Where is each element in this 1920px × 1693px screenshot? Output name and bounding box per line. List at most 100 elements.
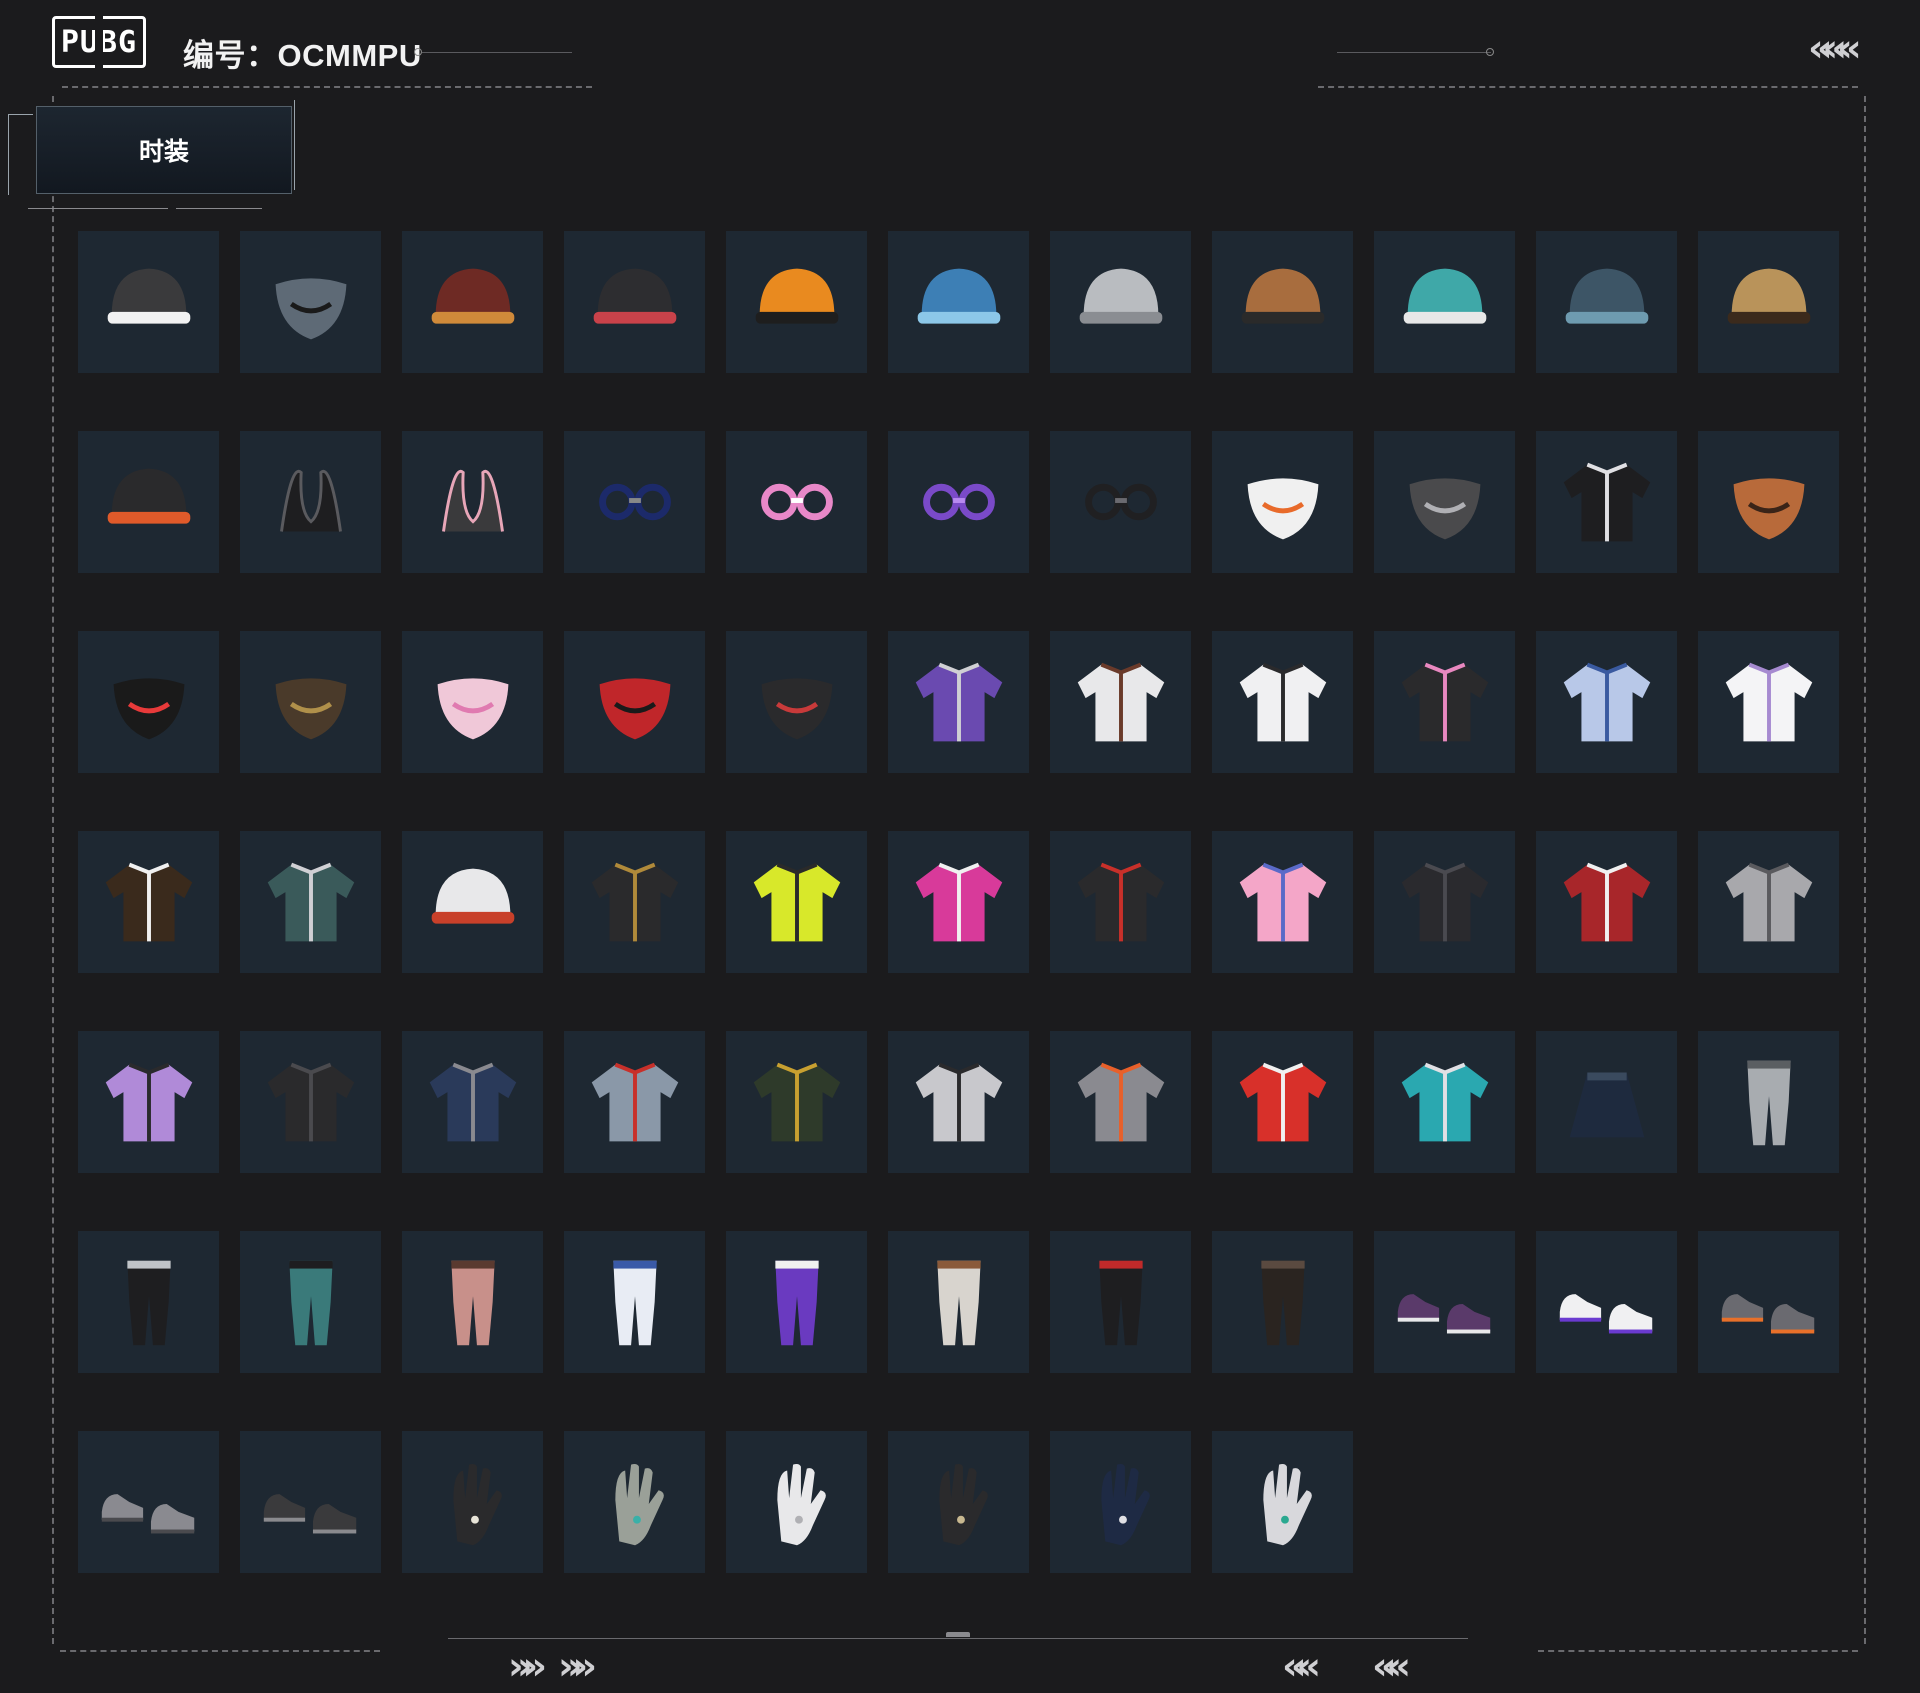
item-tile[interactable] xyxy=(78,231,219,373)
item-tile[interactable] xyxy=(888,1031,1029,1173)
item-tile[interactable] xyxy=(1374,831,1515,973)
hooded-vest-icon xyxy=(431,868,514,924)
tab-fashion[interactable]: 时装 xyxy=(36,106,292,194)
item-tile[interactable] xyxy=(402,1031,543,1173)
floral-shirt-icon xyxy=(267,862,354,942)
item-tile[interactable] xyxy=(726,431,867,573)
item-tile[interactable] xyxy=(78,631,219,773)
item-tile[interactable] xyxy=(1050,631,1191,773)
item-tile[interactable] xyxy=(1050,231,1191,373)
item-tile[interactable] xyxy=(1050,431,1191,573)
item-tile[interactable] xyxy=(240,431,381,573)
item-tile[interactable] xyxy=(240,231,381,373)
item-tile[interactable] xyxy=(888,1431,1029,1573)
white-shirt-vest-icon xyxy=(1239,662,1326,742)
navy-skirt-icon xyxy=(1569,1072,1644,1138)
item-tile[interactable] xyxy=(1698,1031,1839,1173)
item-tile[interactable] xyxy=(888,631,1029,773)
top-right-chevrons: ««« xyxy=(1808,26,1862,70)
item-tile[interactable] xyxy=(240,831,381,973)
black-coat-icon xyxy=(1401,862,1488,942)
item-tile[interactable] xyxy=(1050,1231,1191,1373)
item-tile[interactable] xyxy=(564,1031,705,1173)
item-tile[interactable] xyxy=(1050,1031,1191,1173)
item-tile[interactable] xyxy=(1374,631,1515,773)
item-tile[interactable] xyxy=(402,431,543,573)
item-tile[interactable] xyxy=(1050,1431,1191,1573)
item-tile[interactable] xyxy=(402,631,543,773)
bunny-ears-icon xyxy=(441,469,504,532)
item-tile[interactable] xyxy=(240,1031,381,1173)
item-tile[interactable] xyxy=(1374,431,1515,573)
white-bucket-hat-icon xyxy=(1079,268,1162,324)
item-tile[interactable] xyxy=(726,1231,867,1373)
item-tile[interactable] xyxy=(402,1431,543,1573)
item-tile[interactable] xyxy=(1212,831,1353,973)
item-tile[interactable] xyxy=(240,1431,381,1573)
item-tile[interactable] xyxy=(888,831,1029,973)
pink-black-jacket-icon xyxy=(1401,662,1488,742)
item-tile[interactable] xyxy=(78,1031,219,1173)
item-tile[interactable] xyxy=(564,631,705,773)
item-tile[interactable] xyxy=(726,1431,867,1573)
item-tile[interactable] xyxy=(1374,1031,1515,1173)
tab-bracket-topleft xyxy=(8,114,33,195)
snowman-bandana-icon xyxy=(1247,478,1318,540)
item-tile[interactable] xyxy=(564,1231,705,1373)
item-tile[interactable] xyxy=(78,831,219,973)
item-tile[interactable] xyxy=(1050,831,1191,973)
item-tile[interactable] xyxy=(1698,831,1839,973)
item-tile[interactable] xyxy=(78,1431,219,1573)
item-tile[interactable] xyxy=(1698,631,1839,773)
item-tile[interactable] xyxy=(402,231,543,373)
white-purple-sneakers-icon xyxy=(1559,1294,1652,1334)
item-tile[interactable] xyxy=(726,631,867,773)
green-bomber-icon xyxy=(753,1062,840,1142)
pubg-logo: PUBG xyxy=(52,16,146,68)
item-tile[interactable] xyxy=(726,831,867,973)
item-tile[interactable] xyxy=(1536,831,1677,973)
black-cap-icon xyxy=(107,468,190,524)
balaclava-goggles-icon xyxy=(275,278,346,340)
item-tile[interactable] xyxy=(1536,1231,1677,1373)
item-tile[interactable] xyxy=(1374,231,1515,373)
item-tile[interactable] xyxy=(78,1231,219,1373)
item-tile[interactable] xyxy=(1536,1031,1677,1173)
item-tile[interactable] xyxy=(1212,1031,1353,1173)
magenta-jersey-icon xyxy=(915,862,1002,942)
joker-face-mask-icon xyxy=(113,678,184,740)
item-tile[interactable] xyxy=(1698,431,1839,573)
item-tile[interactable] xyxy=(1212,1231,1353,1373)
item-tile[interactable] xyxy=(1698,1231,1839,1373)
respirator-headset-icon xyxy=(1563,462,1650,542)
teal-bucket-hat-icon xyxy=(1565,268,1648,324)
item-tile[interactable] xyxy=(1698,231,1839,373)
item-tile[interactable] xyxy=(888,431,1029,573)
item-tile[interactable] xyxy=(240,1231,381,1373)
item-tile[interactable] xyxy=(726,231,867,373)
item-tile[interactable] xyxy=(888,1231,1029,1373)
item-tile[interactable] xyxy=(78,431,219,573)
leopard-bucket-hat-icon xyxy=(1727,268,1810,324)
item-tile[interactable] xyxy=(564,231,705,373)
item-tile[interactable] xyxy=(564,831,705,973)
item-tile[interactable] xyxy=(1212,1431,1353,1573)
item-tile[interactable] xyxy=(564,1431,705,1573)
item-tile[interactable] xyxy=(1374,1231,1515,1373)
logo-text: PUBG xyxy=(60,24,138,60)
item-tile[interactable] xyxy=(1212,631,1353,773)
teal-windbreaker-icon xyxy=(1401,1062,1488,1142)
item-tile[interactable] xyxy=(402,1231,543,1373)
item-tile[interactable] xyxy=(888,231,1029,373)
frame-bottom-right xyxy=(1538,1650,1858,1652)
item-tile[interactable] xyxy=(240,631,381,773)
item-tile[interactable] xyxy=(1536,631,1677,773)
item-tile[interactable] xyxy=(1212,431,1353,573)
item-tile[interactable] xyxy=(1536,431,1677,573)
item-tile[interactable] xyxy=(1536,231,1677,373)
item-tile[interactable] xyxy=(1212,231,1353,373)
item-tile[interactable] xyxy=(564,431,705,573)
anime-pink-tshirt-icon xyxy=(1239,862,1326,942)
item-tile[interactable] xyxy=(402,831,543,973)
item-tile[interactable] xyxy=(726,1031,867,1173)
